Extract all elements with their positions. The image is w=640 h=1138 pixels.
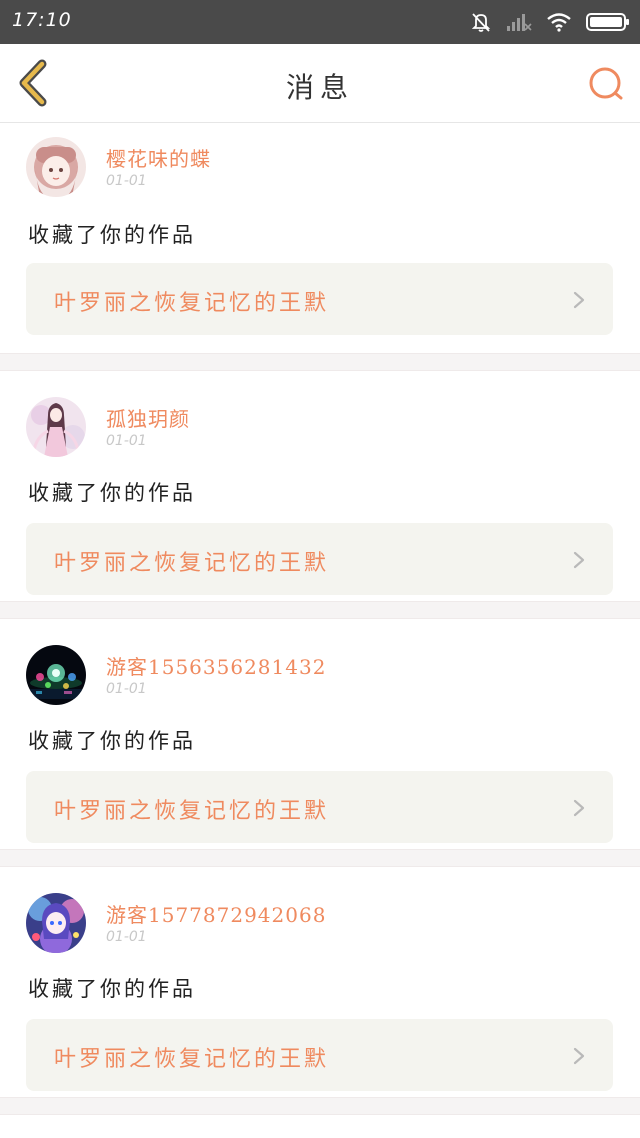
chevron-right-icon — [573, 291, 585, 309]
search-button[interactable] — [586, 64, 626, 104]
section-divider — [0, 1097, 640, 1115]
section-divider — [0, 849, 640, 867]
chevron-right-icon — [573, 551, 585, 569]
work-card[interactable]: 叶罗丽之恢复记忆的王默 — [26, 1019, 613, 1091]
chevron-right-icon — [573, 799, 585, 817]
user-name[interactable]: 游客1556356281432 — [106, 651, 326, 680]
header-bar: 消息 — [0, 44, 640, 123]
avatar[interactable] — [26, 893, 86, 953]
work-title: 叶罗丽之恢复记忆的王默 — [54, 551, 330, 576]
work-title: 叶罗丽之恢复记忆的王默 — [54, 799, 330, 824]
message-date: 01-01 — [106, 173, 147, 189]
action-text: 收藏了你的作品 — [28, 729, 196, 753]
action-text: 收藏了你的作品 — [28, 223, 196, 247]
status-time: 17:10 — [12, 9, 72, 31]
search-icon — [589, 67, 623, 100]
battery-icon — [586, 13, 630, 31]
message-date: 01-01 — [106, 681, 147, 697]
user-name[interactable]: 孤独玥颜 — [106, 403, 190, 432]
status-icons — [470, 10, 630, 34]
chevron-right-icon — [573, 1047, 585, 1065]
user-name[interactable]: 樱花味的蝶 — [106, 143, 211, 172]
message-date: 01-01 — [106, 929, 147, 945]
message-item: 孤独玥颜 01-01 收藏了你的作品 叶罗丽之恢复记忆的王默 — [0, 371, 640, 601]
avatar[interactable] — [26, 645, 86, 705]
pink-anime-girl-avatar — [26, 137, 86, 197]
work-card[interactable]: 叶罗丽之恢复记忆的王默 — [26, 771, 613, 843]
avatar[interactable] — [26, 137, 86, 197]
message-date: 01-01 — [106, 433, 147, 449]
message-list: 樱花味的蝶 01-01 收藏了你的作品 叶罗丽之恢复记忆的王默 孤独玥颜 01-… — [0, 123, 640, 1115]
fairy-girl-avatar — [26, 397, 86, 457]
work-title: 叶罗丽之恢复记忆的王默 — [54, 291, 330, 316]
section-divider — [0, 353, 640, 371]
wifi-icon — [546, 12, 572, 32]
status-bar: 17:10 — [0, 0, 640, 44]
cellular-signal-icon — [506, 12, 532, 32]
action-text: 收藏了你的作品 — [28, 481, 196, 505]
night-light-avatar — [26, 645, 86, 705]
work-card[interactable]: 叶罗丽之恢复记忆的王默 — [26, 523, 613, 595]
section-divider — [0, 601, 640, 619]
work-card[interactable]: 叶罗丽之恢复记忆的王默 — [26, 263, 613, 335]
user-name[interactable]: 游客1577872942068 — [106, 899, 326, 928]
message-item: 樱花味的蝶 01-01 收藏了你的作品 叶罗丽之恢复记忆的王默 — [0, 123, 640, 353]
page-title: 消息 — [285, 71, 354, 104]
work-title: 叶罗丽之恢复记忆的王默 — [54, 1047, 330, 1072]
bell-muted-icon — [470, 11, 492, 33]
message-item: 游客1577872942068 01-01 收藏了你的作品 叶罗丽之恢复记忆的王… — [0, 867, 640, 1097]
action-text: 收藏了你的作品 — [28, 977, 196, 1001]
avatar[interactable] — [26, 397, 86, 457]
message-item: 游客1556356281432 01-01 收藏了你的作品 叶罗丽之恢复记忆的王… — [0, 619, 640, 849]
colorful-girl-avatar — [26, 893, 86, 953]
app-screen: 17:10 消息 樱花味的蝶 01-01 收藏了你的作品 叶罗丽之恢复记忆的王默… — [0, 0, 640, 1138]
